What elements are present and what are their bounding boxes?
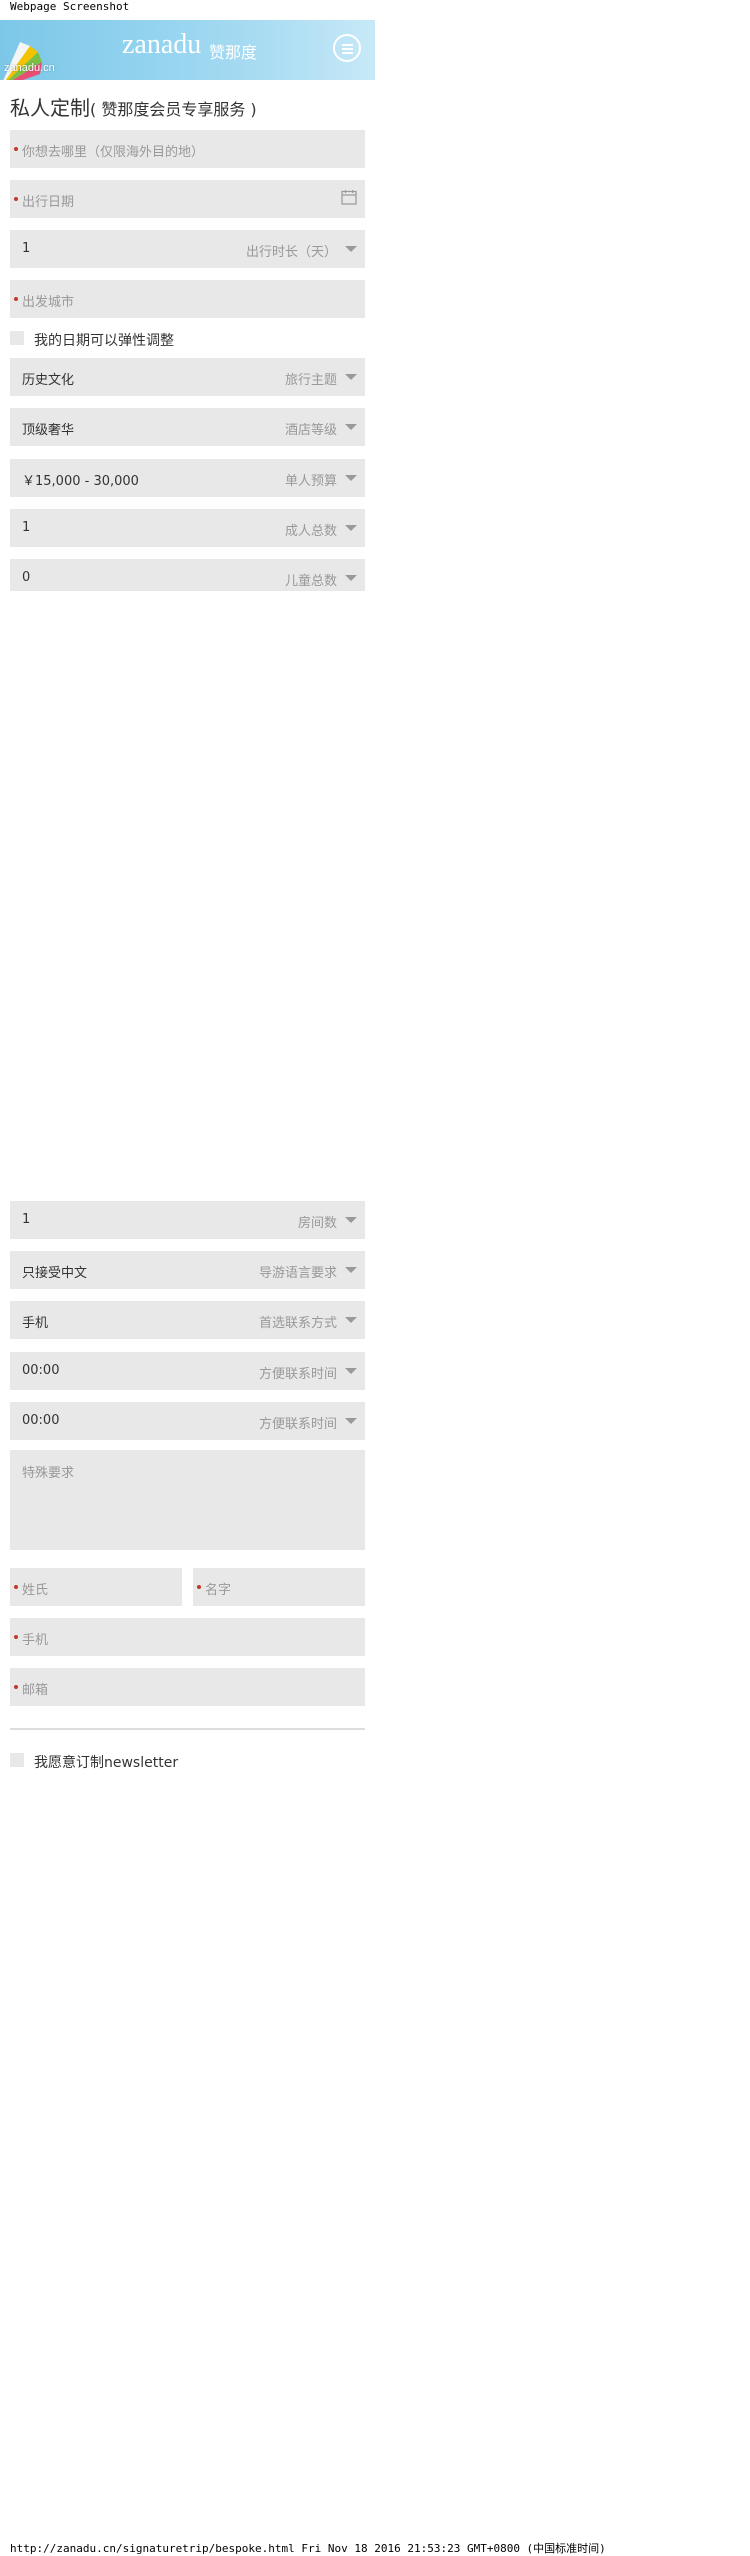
chevron-down-icon	[345, 374, 357, 380]
guide-language-select[interactable]: 只接受中文 导游语言要求	[10, 1251, 365, 1289]
travel-theme-label: 旅行主题	[284, 373, 337, 388]
contact-time-start-value: 00:00	[22, 1363, 60, 1378]
newsletter-option: 我愿意订制newsletter	[10, 1750, 230, 1771]
chevron-down-icon	[345, 1418, 357, 1424]
phone-placeholder: 手机	[22, 1633, 49, 1648]
departure-city-input[interactable]: 出发城市	[10, 280, 365, 318]
required-marker	[14, 197, 18, 201]
last-name-input[interactable]: 姓氏	[10, 1568, 182, 1606]
destination-placeholder: 你想去哪里（仅限海外目的地）	[22, 145, 205, 160]
email-input[interactable]: 邮箱	[10, 1668, 365, 1706]
page-caption: Webpage Screenshot	[10, 0, 130, 13]
duration-label: 出行时长（天）	[245, 245, 337, 260]
required-marker	[14, 1585, 18, 1589]
duration-select[interactable]: 1 出行时长（天）	[10, 230, 365, 268]
contact-method-value: 手机	[22, 1316, 49, 1331]
hotel-level-label: 酒店等级	[284, 423, 337, 438]
rooms-select[interactable]: 1 房间数	[10, 1201, 365, 1239]
required-marker	[14, 297, 18, 301]
chevron-down-icon	[345, 1368, 357, 1374]
hotel-level-value: 顶级奢华	[22, 423, 75, 438]
email-placeholder: 邮箱	[22, 1683, 49, 1698]
chevron-down-icon	[345, 1267, 357, 1273]
last-name-placeholder: 姓氏	[22, 1583, 49, 1598]
chevron-down-icon	[345, 1217, 357, 1223]
adults-select[interactable]: 1 成人总数	[10, 509, 365, 547]
children-label: 儿童总数	[284, 574, 337, 589]
chevron-down-icon	[345, 525, 357, 531]
section-divider	[10, 1728, 365, 1730]
chevron-down-icon	[345, 475, 357, 481]
departure-date-placeholder: 出行日期	[22, 195, 75, 210]
page-url-caption: http://zanadu.cn/signaturetrip/bespoke.h…	[10, 2542, 606, 2555]
contact-method-select[interactable]: 手机 首选联系方式	[10, 1301, 365, 1339]
required-marker	[14, 1635, 18, 1639]
required-marker	[197, 1585, 201, 1589]
departure-date-input[interactable]: 出行日期	[10, 180, 365, 218]
chevron-down-icon	[345, 1317, 357, 1323]
duration-value: 1	[22, 241, 31, 256]
flexible-dates-checkbox[interactable]	[10, 331, 24, 345]
flexible-dates-label: 我的日期可以弹性调整	[34, 333, 174, 349]
flexible-dates-option: 我的日期可以弹性调整	[10, 328, 210, 349]
hamburger-icon-line	[342, 44, 353, 46]
rooms-value: 1	[22, 1212, 31, 1227]
hotel-level-select[interactable]: 顶级奢华 酒店等级	[10, 408, 365, 446]
newsletter-checkbox[interactable]	[10, 1753, 24, 1767]
rooms-label: 房间数	[297, 1216, 337, 1231]
brand-name-cn: 赞那度	[209, 43, 258, 62]
first-name-input[interactable]: 名字	[193, 1568, 365, 1606]
phone-input[interactable]: 手机	[10, 1618, 365, 1656]
menu-button[interactable]	[333, 34, 361, 62]
guide-language-label: 导游语言要求	[258, 1266, 337, 1281]
brand-name[interactable]: zanadu	[122, 29, 201, 61]
page-title: 私人定制( 赞那度会员专享服务 )	[10, 92, 257, 121]
contact-method-label: 首选联系方式	[258, 1316, 337, 1331]
budget-select[interactable]: ￥15,000 - 30,000 单人预算	[10, 459, 365, 497]
required-marker	[14, 1685, 18, 1689]
budget-value: ￥15,000 - 30,000	[22, 474, 139, 489]
site-header: zanadu.cn zanadu 赞那度	[0, 20, 375, 80]
page-title-main: 私人定制	[10, 96, 90, 120]
special-requests-placeholder: 特殊要求	[22, 1466, 75, 1481]
travel-theme-value: 历史文化	[22, 373, 75, 388]
contact-time-end-select[interactable]: 00:00 方便联系时间	[10, 1402, 365, 1440]
adults-value: 1	[22, 520, 31, 535]
calendar-icon[interactable]	[341, 189, 357, 205]
newsletter-label: 我愿意订制newsletter	[34, 1755, 179, 1771]
departure-city-placeholder: 出发城市	[22, 295, 75, 310]
logo-text: zanadu.cn	[4, 62, 55, 74]
contact-time-start-label: 方便联系时间	[258, 1367, 337, 1382]
travel-theme-select[interactable]: 历史文化 旅行主题	[10, 358, 365, 396]
chevron-down-icon	[345, 246, 357, 252]
destination-input[interactable]: 你想去哪里（仅限海外目的地）	[10, 130, 365, 168]
children-value: 0	[22, 570, 31, 585]
special-requests-textarea[interactable]: 特殊要求	[10, 1450, 365, 1550]
first-name-placeholder: 名字	[205, 1583, 232, 1598]
contact-time-end-value: 00:00	[22, 1413, 60, 1428]
children-select[interactable]: 0 儿童总数	[10, 559, 365, 591]
budget-label: 单人预算	[284, 474, 337, 489]
hamburger-icon-line	[342, 48, 353, 50]
contact-time-start-select[interactable]: 00:00 方便联系时间	[10, 1352, 365, 1390]
contact-time-end-label: 方便联系时间	[258, 1417, 337, 1432]
hamburger-icon-line	[342, 52, 353, 54]
page-title-sub: ( 赞那度会员专享服务 )	[90, 100, 257, 119]
adults-label: 成人总数	[284, 524, 337, 539]
required-marker	[14, 147, 18, 151]
guide-language-value: 只接受中文	[22, 1266, 88, 1281]
chevron-down-icon	[345, 424, 357, 430]
chevron-down-icon	[345, 575, 357, 581]
